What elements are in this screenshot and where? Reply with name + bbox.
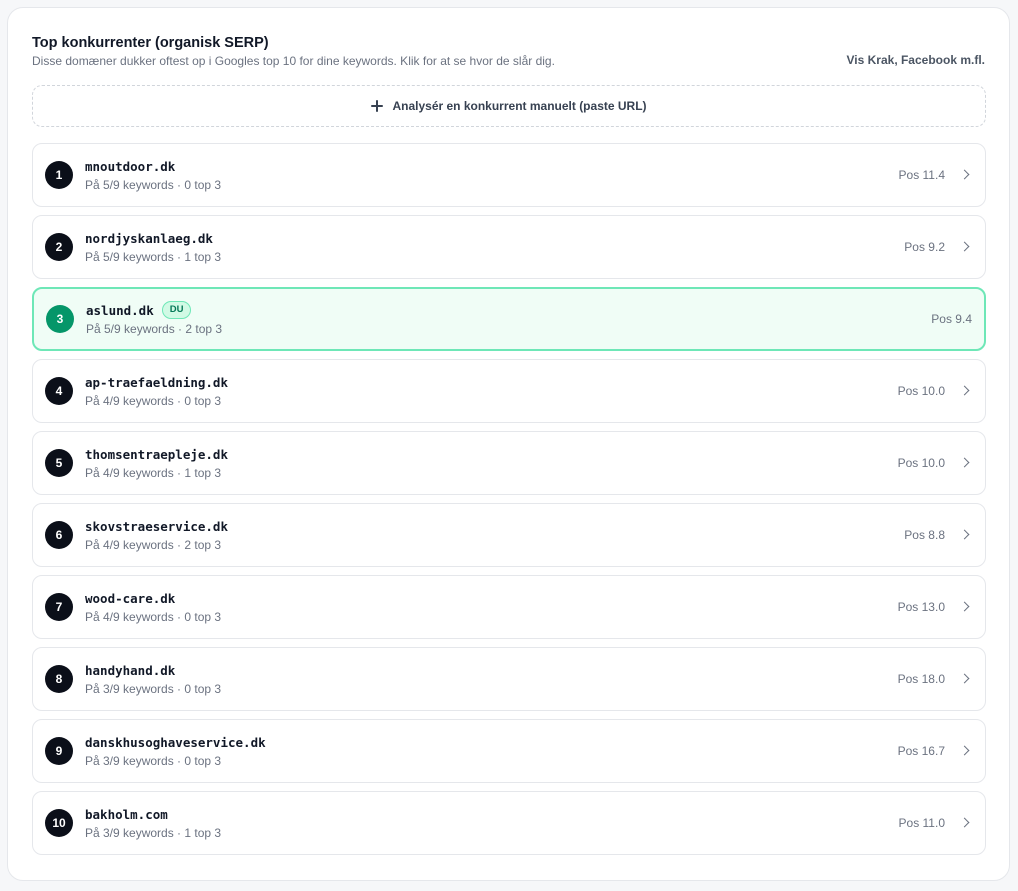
- competitor-row-self: 3 aslund.dk DU På 5/9 keywords · 2 top 3 Pos…: [32, 287, 986, 351]
- rank-badge: 8: [45, 665, 73, 693]
- rank-badge: 9: [45, 737, 73, 765]
- competitor-meta: På 5/9 keywords · 0 top 3: [85, 178, 222, 192]
- competitor-domain: ap-traefaeldning.dk: [85, 374, 228, 390]
- chevron-right-icon[interactable]: [959, 169, 970, 180]
- competitor-info: wood-care.dk På 4/9 keywords · 0 top 3: [85, 589, 221, 625]
- chevron-right-icon[interactable]: [959, 457, 970, 468]
- competitor-row[interactable]: 9 danskhusoghaveservice.dk På 3/9 keywords…: [32, 719, 986, 783]
- analyze-competitor-label: Analysér en konkurrent manuelt (paste UR…: [392, 99, 647, 113]
- average-position: Pos 8.8: [904, 528, 945, 542]
- domain-line: mnoutdoor.dk: [85, 157, 221, 175]
- show-directories-toggle[interactable]: Vis Krak, Facebook m.fl.: [847, 53, 986, 67]
- competitor-row[interactable]: 2 nordjyskanlaeg.dk På 5/9 keywords · 1 to…: [32, 215, 986, 279]
- chevron-right-icon[interactable]: [959, 817, 970, 828]
- competitor-domain: danskhusoghaveservice.dk: [85, 734, 266, 750]
- rank-badge: 1: [45, 161, 73, 189]
- competitor-meta: På 3/9 keywords · 0 top 3: [85, 754, 222, 768]
- competitor-info: danskhusoghaveservice.dk På 3/9 keywords …: [85, 733, 266, 769]
- average-position: Pos 10.0: [897, 384, 945, 398]
- plus-icon: [371, 100, 384, 112]
- domain-line: danskhusoghaveservice.dk: [85, 733, 266, 751]
- domain-line: skovstraeservice.dk: [85, 517, 228, 535]
- chevron-right-icon[interactable]: [959, 673, 970, 684]
- domain-line: aslund.dk DU: [86, 301, 222, 319]
- domain-line: bakholm.com: [85, 805, 221, 823]
- domain-line: ap-traefaeldning.dk: [85, 373, 228, 391]
- competitor-meta: På 3/9 keywords · 1 top 3: [85, 826, 222, 840]
- competitor-row[interactable]: 6 skovstraeservice.dk På 4/9 keywords · 2 …: [32, 503, 986, 567]
- competitor-domain: skovstraeservice.dk: [85, 518, 228, 534]
- domain-line: thomsentraepleje.dk: [85, 445, 228, 463]
- competitor-info: handyhand.dk På 3/9 keywords · 0 top 3: [85, 661, 221, 697]
- chevron-right-icon[interactable]: [959, 745, 970, 756]
- competitor-list: 1 mnoutdoor.dk På 5/9 keywords · 0 top 3 Po…: [32, 143, 986, 863]
- competitor-info: aslund.dk DU På 5/9 keywords · 2 top 3: [86, 301, 222, 337]
- rank-badge: 5: [45, 449, 73, 477]
- rank-badge: 3: [46, 305, 74, 333]
- chevron-right-icon[interactable]: [959, 601, 970, 612]
- rank-badge: 10: [45, 809, 73, 837]
- competitor-domain: bakholm.com: [85, 806, 168, 822]
- competitor-domain: wood-care.dk: [85, 590, 176, 606]
- domain-line: nordjyskanlaeg.dk: [85, 229, 221, 247]
- competitor-meta: På 4/9 keywords · 2 top 3: [85, 538, 222, 552]
- rank-badge: 2: [45, 233, 73, 261]
- chevron-right-icon[interactable]: [959, 529, 970, 540]
- competitor-info: bakholm.com På 3/9 keywords · 1 top 3: [85, 805, 221, 841]
- average-position: Pos 11.0: [898, 816, 945, 830]
- average-position: Pos 9.2: [904, 240, 945, 254]
- competitor-row[interactable]: 7 wood-care.dk På 4/9 keywords · 0 top 3 Po…: [32, 575, 986, 639]
- competitor-info: mnoutdoor.dk På 5/9 keywords · 0 top 3: [85, 157, 221, 193]
- you-badge: DU: [161, 301, 192, 319]
- competitor-row[interactable]: 8 handyhand.dk På 3/9 keywords · 0 top 3 Po…: [32, 647, 986, 711]
- competitor-info: skovstraeservice.dk På 4/9 keywords · 2 t…: [85, 517, 228, 553]
- competitor-domain: nordjyskanlaeg.dk: [85, 230, 213, 246]
- competitor-meta: På 4/9 keywords · 0 top 3: [85, 610, 222, 624]
- domain-line: wood-care.dk: [85, 589, 221, 607]
- average-position: Pos 9.4: [931, 312, 972, 326]
- chevron-right-icon[interactable]: [959, 385, 970, 396]
- card-header: Top konkurrenter (organisk SERP) Disse d…: [32, 34, 985, 74]
- competitor-row[interactable]: 4 ap-traefaeldning.dk På 4/9 keywords · 0 …: [32, 359, 986, 423]
- competitor-info: ap-traefaeldning.dk På 4/9 keywords · 0 t…: [85, 373, 228, 409]
- competitor-meta: På 4/9 keywords · 1 top 3: [85, 466, 222, 480]
- competitor-row[interactable]: 5 thomsentraepleje.dk På 4/9 keywords · 1 …: [32, 431, 986, 495]
- competitor-row[interactable]: 1 mnoutdoor.dk På 5/9 keywords · 0 top 3 Po…: [32, 143, 986, 207]
- competitor-domain: thomsentraepleje.dk: [85, 446, 228, 462]
- competitor-domain: handyhand.dk: [85, 662, 176, 678]
- competitor-meta: På 3/9 keywords · 0 top 3: [85, 682, 222, 696]
- analyze-competitor-button[interactable]: Analysér en konkurrent manuelt (paste UR…: [32, 85, 986, 127]
- competitor-domain: mnoutdoor.dk: [85, 158, 176, 174]
- average-position: Pos 16.7: [897, 744, 945, 758]
- rank-badge: 7: [45, 593, 73, 621]
- rank-badge: 6: [45, 521, 73, 549]
- competitor-info: thomsentraepleje.dk På 4/9 keywords · 1 t…: [85, 445, 228, 481]
- card-title: Top konkurrenter (organisk SERP): [32, 35, 269, 51]
- card-subtitle: Disse domæner dukker oftest op i Googles…: [32, 54, 555, 68]
- average-position: Pos 11.4: [898, 168, 945, 182]
- average-position: Pos 13.0: [897, 600, 945, 614]
- average-position: Pos 18.0: [897, 672, 945, 686]
- competitors-card: Top konkurrenter (organisk SERP) Disse d…: [7, 7, 1010, 881]
- competitor-meta: På 5/9 keywords · 2 top 3: [86, 322, 223, 336]
- competitor-domain: aslund.dk: [86, 302, 154, 318]
- chevron-right-icon[interactable]: [959, 241, 970, 252]
- competitor-info: nordjyskanlaeg.dk På 5/9 keywords · 1 top…: [85, 229, 221, 265]
- competitor-meta: På 4/9 keywords · 0 top 3: [85, 394, 222, 408]
- competitor-meta: På 5/9 keywords · 1 top 3: [85, 250, 222, 264]
- average-position: Pos 10.0: [897, 456, 945, 470]
- competitor-row[interactable]: 10 bakholm.com På 3/9 keywords · 1 top 3 Po…: [32, 791, 986, 855]
- rank-badge: 4: [45, 377, 73, 405]
- domain-line: handyhand.dk: [85, 661, 221, 679]
